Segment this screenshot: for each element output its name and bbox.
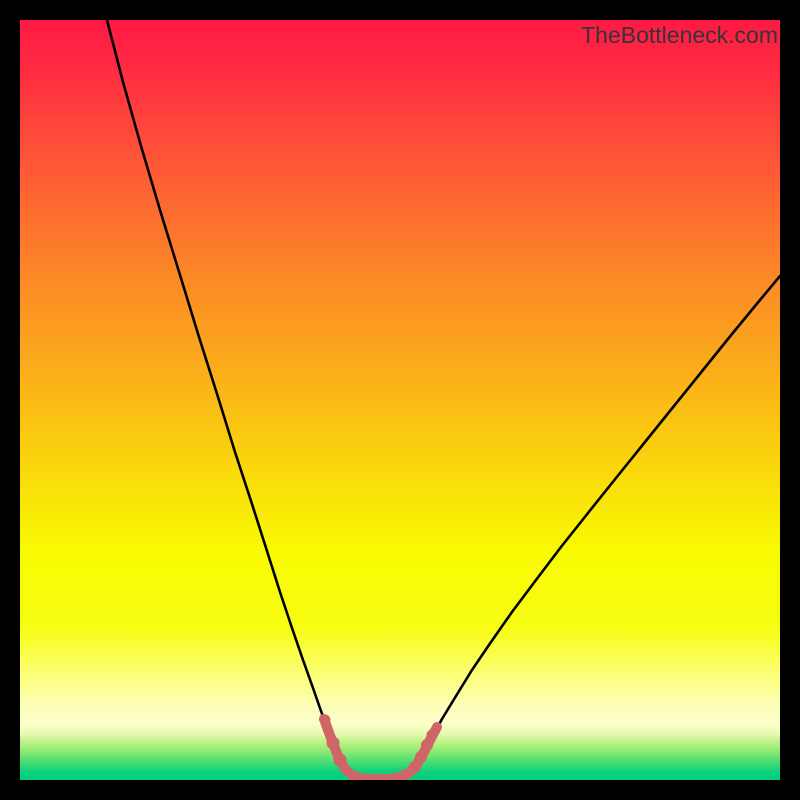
curve-marker [320, 715, 331, 726]
watermark-text: TheBottleneck.com [581, 22, 778, 49]
curve-marker [432, 722, 442, 732]
chart-frame [20, 20, 780, 780]
curve-marker [327, 737, 340, 750]
curve-marker [409, 761, 421, 773]
marker-layer [20, 20, 780, 780]
curve-marker [415, 751, 427, 763]
curve-marker [334, 754, 347, 767]
curve-marker [421, 739, 433, 751]
